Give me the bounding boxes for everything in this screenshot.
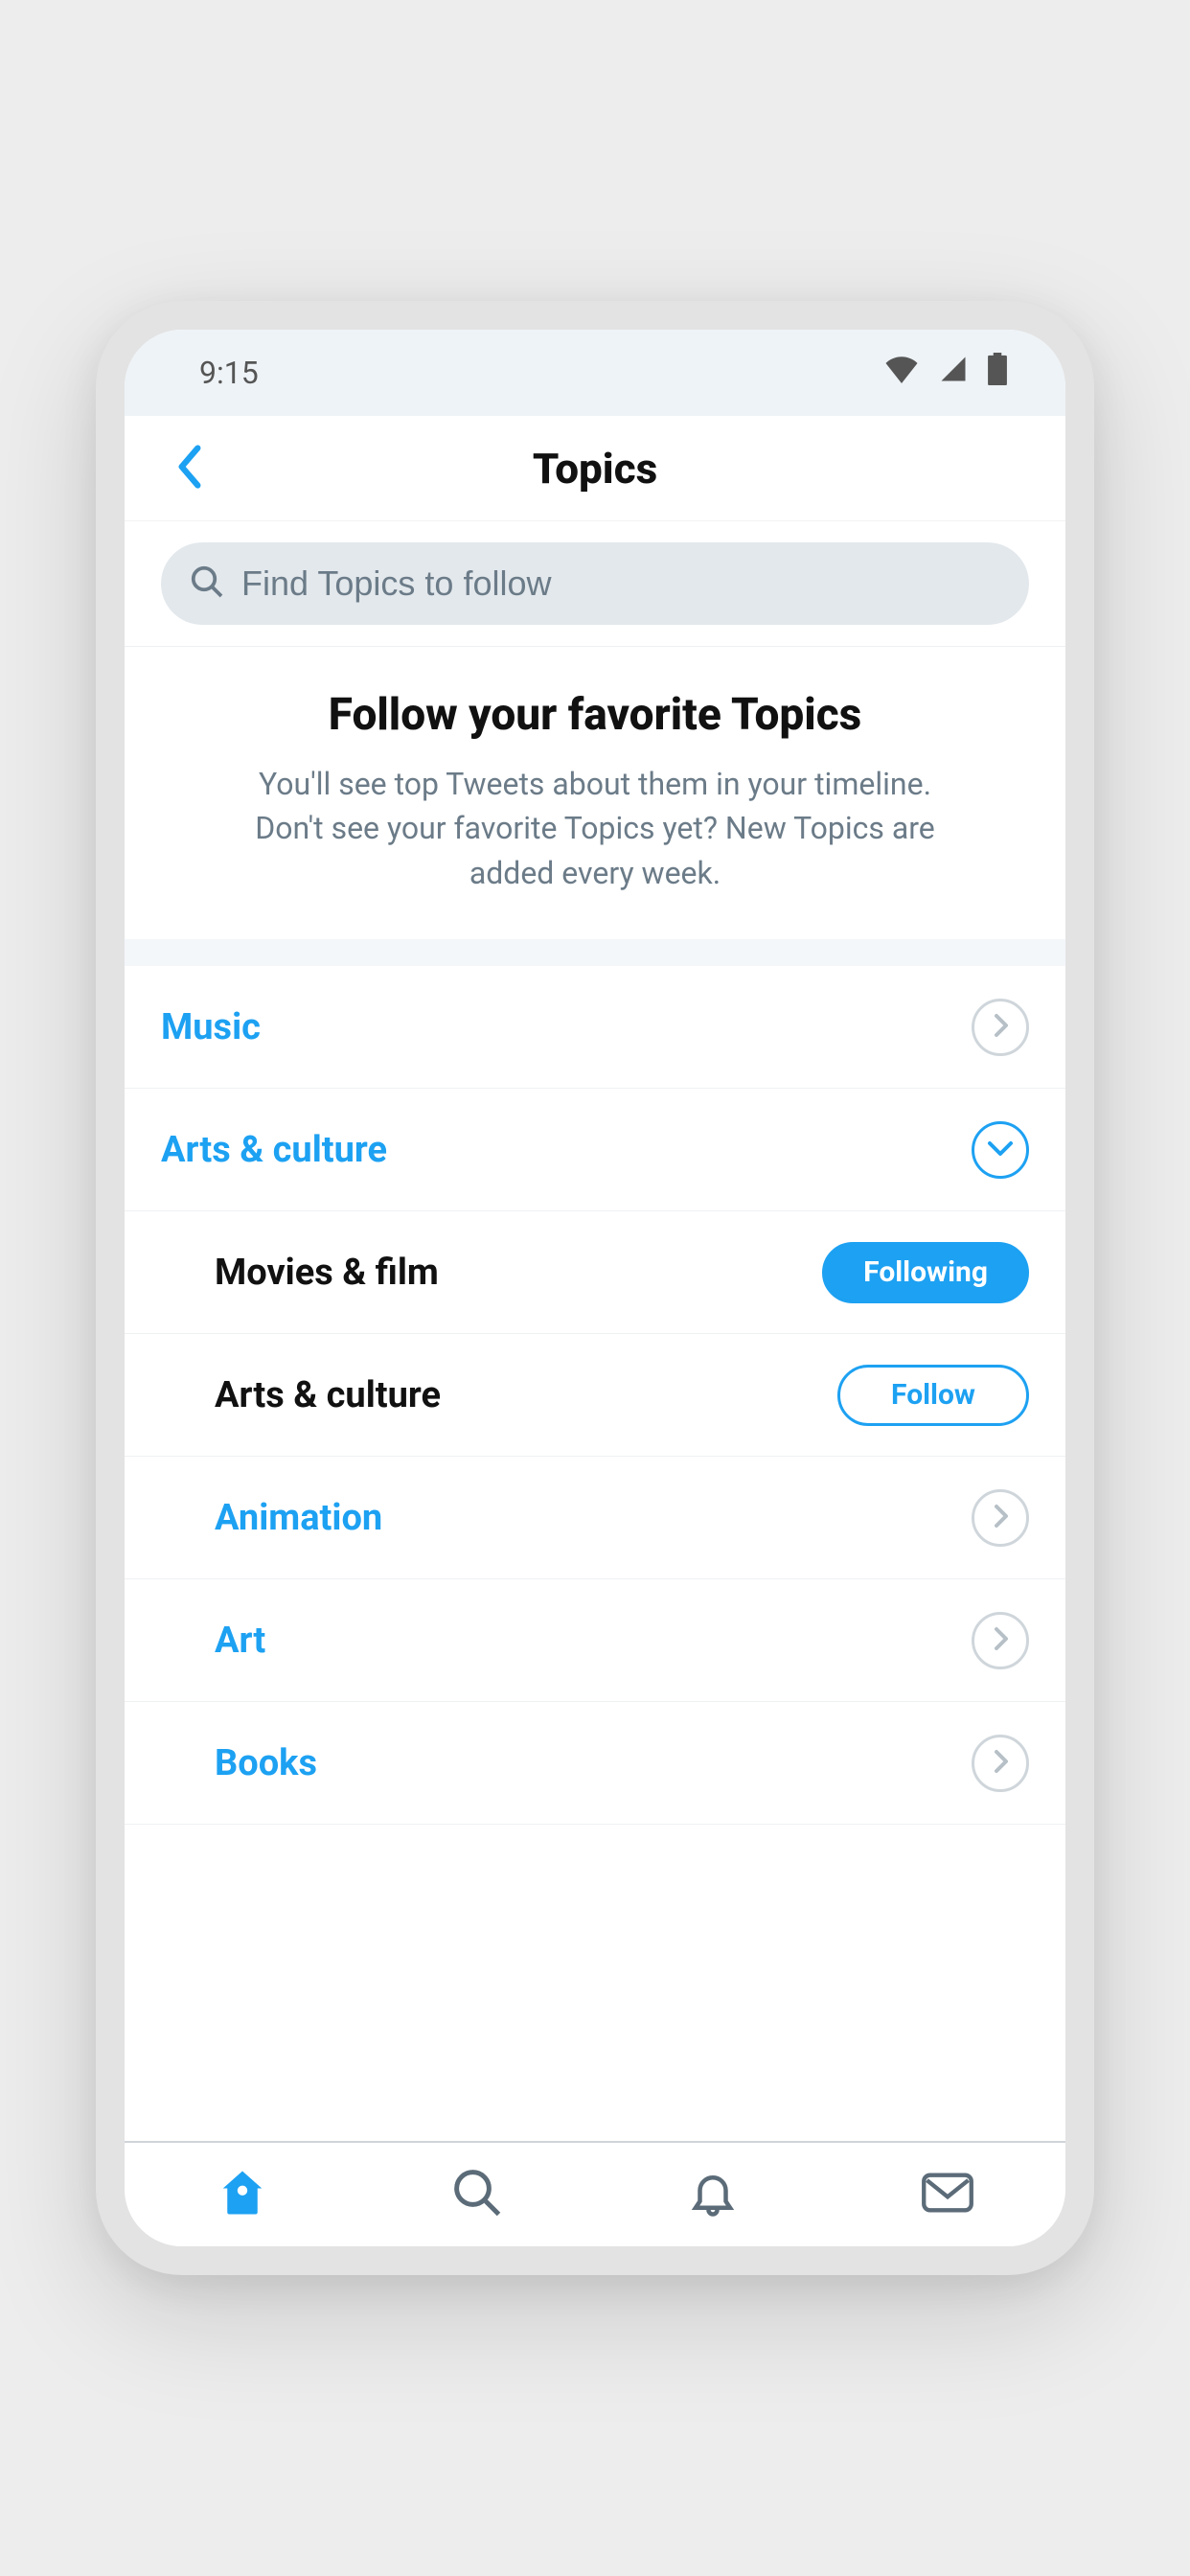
hero-title: Follow your favorite Topics [182,689,1008,741]
nav-header: Topics [125,416,1065,521]
expand-button[interactable] [972,1612,1029,1669]
chevron-right-icon [989,1748,1012,1779]
expand-button[interactable] [972,1735,1029,1792]
topic-label: Books [215,1742,317,1784]
search-container [125,521,1065,646]
topic-row-art[interactable]: Art [125,1579,1065,1702]
hero: Follow your favorite Topics You'll see t… [125,647,1065,939]
topic-row-arts-culture[interactable]: Arts & culture [125,1089,1065,1211]
topic-list: Music Arts & culture Movies & film Follo [125,966,1065,2141]
wifi-icon [883,355,920,391]
tab-notifications[interactable] [682,2164,744,2225]
status-bar: 9:15 [125,330,1065,416]
topic-label: Art [215,1620,265,1662]
tab-messages[interactable] [917,2164,978,2225]
bell-icon [687,2167,739,2222]
section-spacer [125,939,1065,966]
status-icons [883,353,1008,393]
battery-icon [987,353,1008,393]
mail-icon [921,2170,974,2220]
topic-label: Arts & culture [215,1374,441,1416]
topic-row-books[interactable]: Books [125,1702,1065,1825]
chevron-left-icon [173,443,206,494]
topic-label: Animation [215,1497,382,1539]
search-field[interactable] [161,542,1029,625]
topic-label: Movies & film [215,1252,439,1294]
tab-search[interactable] [446,2164,508,2225]
follow-button[interactable]: Follow [837,1365,1029,1426]
screen: 9:15 Topics [125,330,1065,2246]
topic-label: Music [161,1006,261,1048]
expand-button[interactable] [972,999,1029,1056]
chevron-down-icon [986,1138,1015,1162]
search-icon [451,2167,503,2222]
topic-row-movies-film[interactable]: Movies & film Following [125,1211,1065,1334]
chevron-right-icon [989,1012,1012,1043]
phone-frame: 9:15 Topics [96,301,1094,2275]
search-input[interactable] [241,564,1000,604]
topic-row-arts-culture-sub[interactable]: Arts & culture Follow [125,1334,1065,1457]
hero-subtitle: You'll see top Tweets about them in your… [231,762,959,895]
chevron-right-icon [989,1503,1012,1533]
cellular-icon [937,355,970,391]
following-button[interactable]: Following [822,1242,1029,1303]
tab-bar [125,2141,1065,2246]
chevron-right-icon [989,1625,1012,1656]
topic-row-animation[interactable]: Animation [125,1457,1065,1579]
expand-button[interactable] [972,1489,1029,1547]
collapse-button[interactable] [972,1121,1029,1179]
search-icon [190,564,224,603]
tab-home[interactable] [212,2164,273,2225]
page-title: Topics [533,444,657,494]
home-icon [217,2167,268,2222]
status-time: 9:15 [199,355,259,391]
topic-label: Arts & culture [161,1129,387,1171]
back-button[interactable] [161,440,218,497]
topic-row-music[interactable]: Music [125,966,1065,1089]
